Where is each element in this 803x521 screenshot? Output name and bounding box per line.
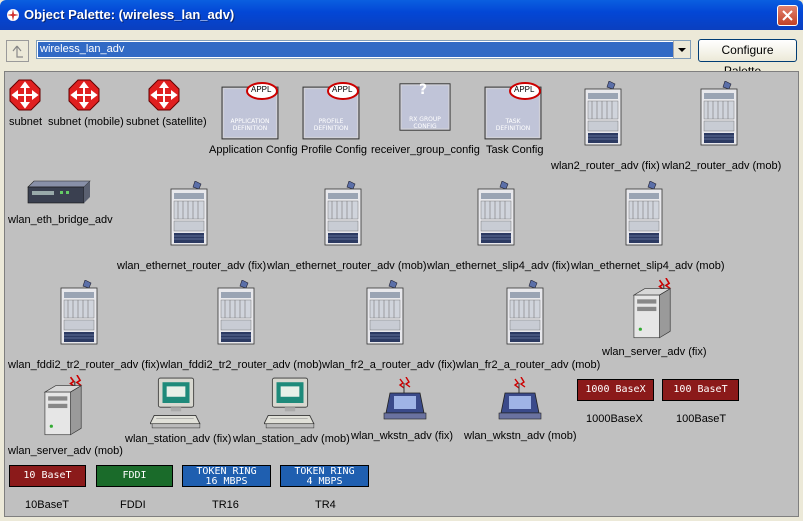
wlan-station-mob-label: wlan_station_adv (mob) [233, 433, 350, 445]
wlan-fr2-mob-label: wlan_fr2_a_router_adv (mob) [456, 359, 601, 371]
link-1000basex-icon-text: 1000 BaseX [585, 384, 646, 395]
title-bar[interactable]: Object Palette: (wireless_lan_adv) [0, 0, 803, 30]
link-fddi-icon-text: FDDI [122, 470, 147, 481]
link-fddi-icon[interactable]: FDDI [96, 465, 173, 487]
link-tr16-label: TR16 [212, 499, 239, 511]
link-10baset-label: 10BaseT [25, 499, 70, 511]
palette-select[interactable]: wireless_lan_adv [36, 40, 691, 59]
ethernet-bridge-label: wlan_eth_bridge_adv [8, 214, 113, 226]
wlan-wkstn-mob-label: wlan_wkstn_adv (mob) [464, 430, 577, 442]
application-config-icon-text: APPLICATION DEFINITION [230, 118, 270, 132]
subnet-mobile-icon[interactable] [68, 79, 100, 111]
profile-config-label: Profile Config [301, 144, 368, 156]
wlan-fr2-fix-label: wlan_fr2_a_router_adv (fix) [322, 359, 456, 371]
profile-config-tag: APPL [332, 85, 353, 94]
wlan-ethernet-router-fix-icon[interactable] [169, 176, 209, 252]
wlan-server-fix-icon[interactable] [627, 278, 675, 342]
wlan-fddi2-fix-icon[interactable] [59, 275, 99, 351]
task-config-icon[interactable]: APPL TASK DEFINITION [484, 82, 542, 136]
wlan-station-mob-icon[interactable] [264, 376, 316, 430]
wlan-wkstn-fix-icon[interactable] [382, 376, 428, 422]
wlan-station-fix-label: wlan_station_adv (fix) [125, 433, 232, 445]
toolbar: wireless_lan_adv Configure Palette... [0, 30, 803, 78]
link-tr4-icon[interactable]: TOKEN RING 4 MBPS [280, 465, 369, 487]
link-tr4-label: TR4 [315, 499, 336, 511]
up-arrow-icon [12, 45, 23, 58]
wlan-ethernet-router-fix-label: wlan_ethernet_router_adv (fix) [117, 260, 267, 272]
task-config-tag: APPL [514, 85, 535, 94]
link-10baset-icon[interactable]: 10 BaseT [9, 465, 86, 487]
wlan-ethernet-slip4-mob-label: wlan_ethernet_slip4_adv (mob) [571, 260, 725, 272]
application-config-tag: APPL [251, 85, 272, 94]
wlan-ethernet-slip4-fix-label: wlan_ethernet_slip4_adv (fix) [427, 260, 571, 272]
wlan-fddi2-fix-label: wlan_fddi2_tr2_router_adv (fix) [8, 359, 160, 371]
question-mark-icon: ? [419, 82, 428, 98]
wlan-wkstn-mob-icon[interactable] [497, 376, 543, 422]
application-config-icon[interactable]: APPL APPLICATION DEFINITION [221, 82, 279, 136]
subnet-mobile-label: subnet (mobile) [48, 116, 124, 128]
receiver-group-config-label: receiver_group_config [371, 144, 480, 156]
up-folder-button[interactable] [6, 40, 29, 62]
wlan-ethernet-slip4-fix-icon[interactable] [476, 176, 516, 252]
wlan-server-mob-label: wlan_server_adv (mob) [8, 445, 123, 457]
subnet-icon[interactable] [9, 79, 41, 111]
receiver-group-config-icon[interactable]: ? RX GROUP CONFIG [399, 78, 451, 136]
wlan-server-fix-label: wlan_server_adv (fix) [602, 346, 707, 358]
wlan-fddi2-mob-icon[interactable] [216, 275, 256, 351]
profile-config-icon[interactable]: APPL PROFILE DEFINITION [302, 82, 360, 136]
link-100baset-icon-text: 100 BaseT [673, 384, 728, 395]
wlan-fr2-mob-icon[interactable] [505, 275, 545, 351]
link-tr16-icon[interactable]: TOKEN RING 16 MBPS [182, 465, 271, 487]
chevron-down-icon [678, 48, 686, 52]
close-icon [782, 10, 793, 21]
profile-config-icon-text: PROFILE DEFINITION [313, 118, 349, 132]
close-button[interactable] [777, 5, 798, 26]
wlan-fr2-fix-icon[interactable] [365, 275, 405, 351]
link-100baset-icon[interactable]: 100 BaseT [662, 379, 739, 401]
window-title: Object Palette: (wireless_lan_adv) [24, 7, 235, 22]
wlan2-router-mob-label: wlan2_router_adv (mob) [662, 160, 782, 172]
wlan-fddi2-mob-label: wlan_fddi2_tr2_router_adv (mob) [160, 359, 323, 371]
task-config-label: Task Config [486, 144, 544, 156]
link-1000basex-icon[interactable]: 1000 BaseX [577, 379, 654, 401]
palette-panel: subnet subnet (mobile) subnet (satellite… [4, 71, 799, 517]
link-tr4-icon-line2: 4 MBPS [306, 476, 343, 487]
configure-palette-button[interactable]: Configure Palette... [698, 39, 797, 78]
wlan-station-fix-icon[interactable] [150, 376, 202, 430]
subnet-satellite-icon[interactable] [148, 79, 180, 111]
receiver-group-config-icon-text: RX GROUP CONFIG [409, 116, 441, 130]
palette-select-value: wireless_lan_adv [38, 42, 673, 57]
wlan2-router-mob-icon[interactable] [699, 76, 739, 152]
link-10baset-icon-text: 10 BaseT [23, 470, 72, 481]
subnet-label: subnet [9, 116, 43, 128]
app-icon [7, 9, 19, 21]
wlan-ethernet-router-mob-icon[interactable] [323, 176, 363, 252]
subnet-satellite-label: subnet (satellite) [126, 116, 207, 128]
link-fddi-label: FDDI [120, 499, 146, 511]
ethernet-bridge-icon[interactable] [26, 179, 92, 205]
link-1000basex-label: 1000BaseX [586, 413, 643, 425]
task-config-icon-text: TASK DEFINITION [495, 118, 531, 132]
wlan2-router-fix-icon[interactable] [583, 76, 623, 152]
link-tr16-icon-line2: 16 MBPS [205, 476, 248, 487]
wlan-ethernet-slip4-mob-icon[interactable] [624, 176, 664, 252]
link-100baset-label: 100BaseT [676, 413, 727, 425]
wlan-ethernet-router-mob-label: wlan_ethernet_router_adv (mob) [267, 260, 427, 272]
wlan-server-mob-icon[interactable] [38, 375, 86, 439]
wlan2-router-fix-label: wlan2_router_adv (fix) [551, 160, 660, 172]
application-config-label: Application Config [209, 144, 298, 156]
dropdown-button[interactable] [673, 41, 690, 58]
object-palette-window: Object Palette: (wireless_lan_adv) wirel… [0, 0, 803, 521]
wlan-wkstn-fix-label: wlan_wkstn_adv (fix) [351, 430, 454, 442]
